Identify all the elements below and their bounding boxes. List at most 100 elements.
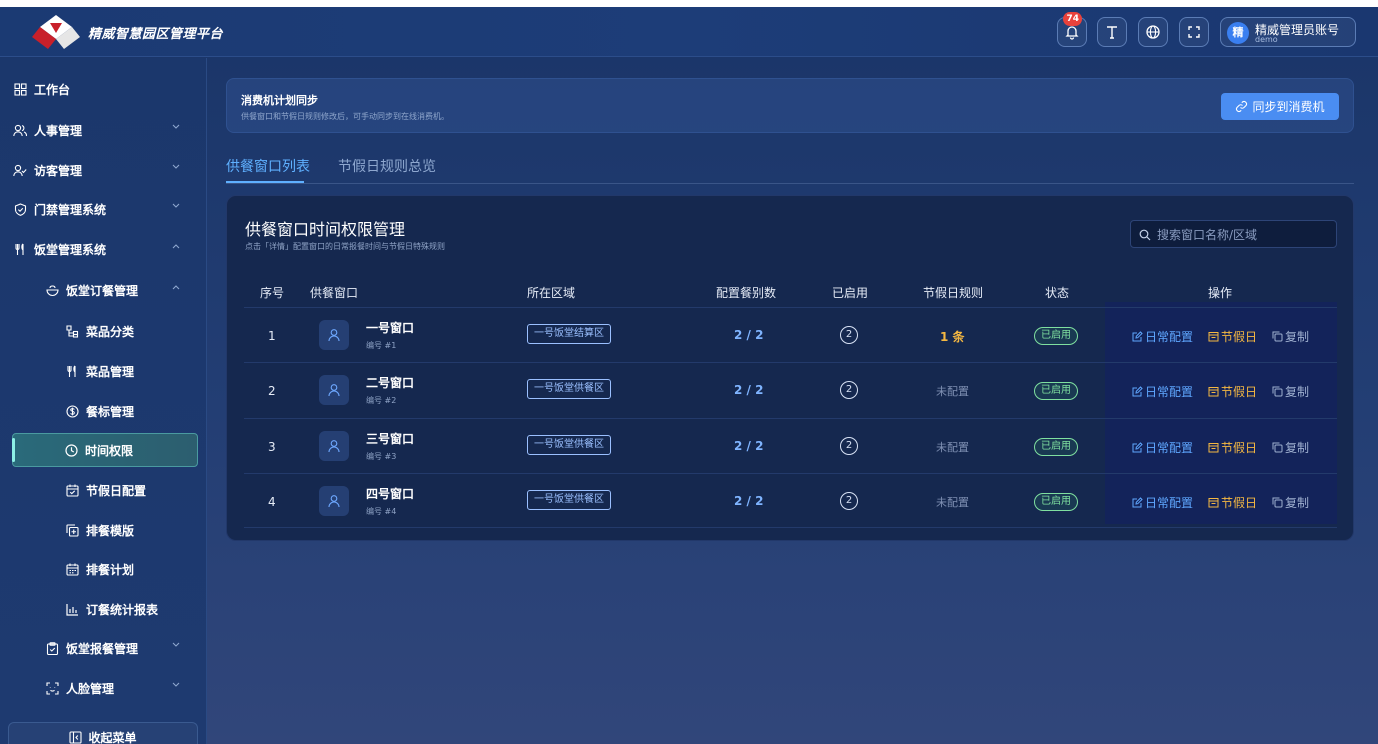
table-row: 1 一号窗口 编号 #1 一号饭堂结算区 2 / 2 2 1 条 已启用 日常配… <box>244 307 1337 362</box>
window-code: 编号 #4 <box>366 507 397 516</box>
sidebar-item-meal-template[interactable]: 排餐模版 <box>12 513 198 547</box>
copy-button[interactable]: 复制 <box>1272 328 1309 345</box>
clock-icon <box>63 442 79 458</box>
fullscreen-icon <box>1188 26 1200 38</box>
fullscreen-button[interactable] <box>1179 17 1209 47</box>
category-icon <box>64 323 80 339</box>
enabled-count: 2 <box>840 326 858 344</box>
column-header-index: 序号 <box>260 286 285 300</box>
sidebar-item-canteen-ordering[interactable]: 饭堂订餐管理 <box>12 273 198 307</box>
column-header-area: 所在区域 <box>527 286 576 300</box>
copy-button[interactable]: 复制 <box>1272 494 1309 511</box>
copy-icon <box>1272 497 1283 508</box>
sidebar-item-hr[interactable]: 人事管理 <box>12 113 198 147</box>
window-user-icon <box>319 431 349 461</box>
meal-count: 2 / 2 <box>734 383 764 397</box>
row-index: 3 <box>268 440 276 454</box>
daily-config-button[interactable]: 日常配置 <box>1132 494 1193 511</box>
column-header-window: 供餐窗口 <box>310 286 359 300</box>
holiday-button[interactable]: 节假日 <box>1208 494 1257 511</box>
tab-window-list[interactable]: 供餐窗口列表 <box>226 156 310 176</box>
sidebar-item-visitor[interactable]: 访客管理 <box>12 153 198 187</box>
area-tag: 一号饭堂供餐区 <box>527 490 611 510</box>
status-badge: 已启用 <box>1034 493 1078 511</box>
collapse-menu-button[interactable]: 收起菜单 <box>8 722 198 744</box>
daily-config-button[interactable]: 日常配置 <box>1132 439 1193 456</box>
app-title: 精威智慧园区管理平台 <box>88 27 224 42</box>
sidebar-item-label: 排餐模版 <box>86 523 135 538</box>
sidebar-item-label: 人脸管理 <box>66 681 115 696</box>
copy-icon <box>1272 442 1283 453</box>
sidebar-item-canteen-report[interactable]: 饭堂报餐管理 <box>12 631 198 665</box>
tab-bar: 供餐窗口列表 节假日规则总览 <box>226 152 1354 184</box>
daily-config-label: 日常配置 <box>1145 385 1194 399</box>
sidebar-collapse-icon <box>69 730 83 744</box>
daily-config-button[interactable]: 日常配置 <box>1132 383 1193 400</box>
edit-icon <box>1132 497 1143 508</box>
search-box <box>1130 220 1337 248</box>
user-menu[interactable]: 精 精威管理员账号 demo <box>1220 17 1356 47</box>
users-icon <box>12 122 28 138</box>
sidebar-item-order-report[interactable]: 订餐统计报表 <box>12 592 198 626</box>
holiday-label: 节假日 <box>1221 330 1258 344</box>
holiday-button[interactable]: 节假日 <box>1208 439 1257 456</box>
table-row: 2 二号窗口 编号 #2 一号饭堂供餐区 2 / 2 2 未配置 已启用 日常配… <box>244 362 1337 417</box>
window-name: 三号窗口 <box>366 432 415 446</box>
user-check-icon <box>12 162 28 178</box>
chevron-down-icon <box>172 124 180 129</box>
sidebar-item-meal-plan[interactable]: 排餐计划 <box>12 552 198 586</box>
window-code: 编号 #1 <box>366 341 397 350</box>
sidebar-item-time-permission[interactable]: 时间权限 <box>12 433 198 467</box>
enabled-count: 2 <box>840 381 858 399</box>
holiday-button[interactable]: 节假日 <box>1208 383 1257 400</box>
row-index: 4 <box>268 495 276 509</box>
chevron-up-icon <box>172 285 180 290</box>
daily-config-button[interactable]: 日常配置 <box>1132 328 1193 345</box>
sidebar-item-canteen-system[interactable]: 饭堂管理系统 <box>12 232 198 266</box>
link-icon <box>1236 100 1248 113</box>
sync-description: 供餐窗口和节假日规则修改后，可手动同步到在线消费机。 <box>241 112 449 121</box>
calendar-icon <box>1208 498 1219 508</box>
holiday-button[interactable]: 节假日 <box>1208 328 1257 345</box>
holiday-label: 节假日 <box>1221 385 1258 399</box>
top-header: 精威智慧园区管理平台 74 精 精威管理员账号 demo <box>0 7 1378 57</box>
active-tab-indicator <box>226 181 304 183</box>
status-badge: 已启用 <box>1034 327 1078 345</box>
tab-holiday-overview[interactable]: 节假日规则总览 <box>338 156 436 176</box>
language-button[interactable] <box>1138 17 1168 47</box>
sidebar-item-label: 访客管理 <box>34 163 83 178</box>
sidebar-item-label: 工作台 <box>34 82 71 97</box>
search-input[interactable] <box>1157 225 1332 245</box>
sync-to-consumer-button[interactable]: 同步到消费机 <box>1221 93 1339 120</box>
sidebar-item-label: 订餐统计报表 <box>86 602 159 617</box>
edit-icon <box>1132 331 1143 342</box>
sidebar-item-dish-management[interactable]: 菜品管理 <box>12 354 198 388</box>
copy-plus-icon <box>64 522 80 538</box>
face-scan-icon <box>44 680 60 696</box>
notification-button[interactable]: 74 <box>1057 12 1087 47</box>
copy-button[interactable]: 复制 <box>1272 439 1309 456</box>
window-permission-panel: 供餐窗口时间权限管理 点击「详情」配置窗口的日常报餐时间与节假日特殊规则 序号 … <box>226 195 1354 541</box>
window-user-icon <box>319 320 349 350</box>
avatar: 精 <box>1227 22 1249 44</box>
copy-button[interactable]: 复制 <box>1272 383 1309 400</box>
chevron-down-icon <box>172 642 180 647</box>
holiday-rule-count: 未配置 <box>936 385 969 398</box>
sidebar-item-label: 人事管理 <box>34 123 83 138</box>
column-header-meal-count: 配置餐别数 <box>716 286 777 300</box>
sidebar-item-dish-category[interactable]: 菜品分类 <box>12 314 198 348</box>
sidebar-item-meal-standard[interactable]: 餐标管理 <box>12 394 198 428</box>
sidebar-item-label: 菜品分类 <box>86 324 135 339</box>
font-size-button[interactable] <box>1097 17 1127 47</box>
daily-config-label: 日常配置 <box>1145 441 1194 455</box>
row-index: 2 <box>268 384 276 398</box>
sidebar-item-face-management[interactable]: 人脸管理 <box>12 671 198 705</box>
row-index: 1 <box>268 329 276 343</box>
calendar-check-icon <box>64 482 80 498</box>
sidebar-item-workbench[interactable]: 工作台 <box>12 72 198 106</box>
window-code: 编号 #2 <box>366 396 397 405</box>
sidebar-item-access-control[interactable]: 门禁管理系统 <box>12 192 198 226</box>
sidebar-item-holiday-config[interactable]: 节假日配置 <box>12 473 198 507</box>
chevron-down-icon <box>172 682 180 687</box>
sidebar-item-label: 餐标管理 <box>86 404 135 419</box>
